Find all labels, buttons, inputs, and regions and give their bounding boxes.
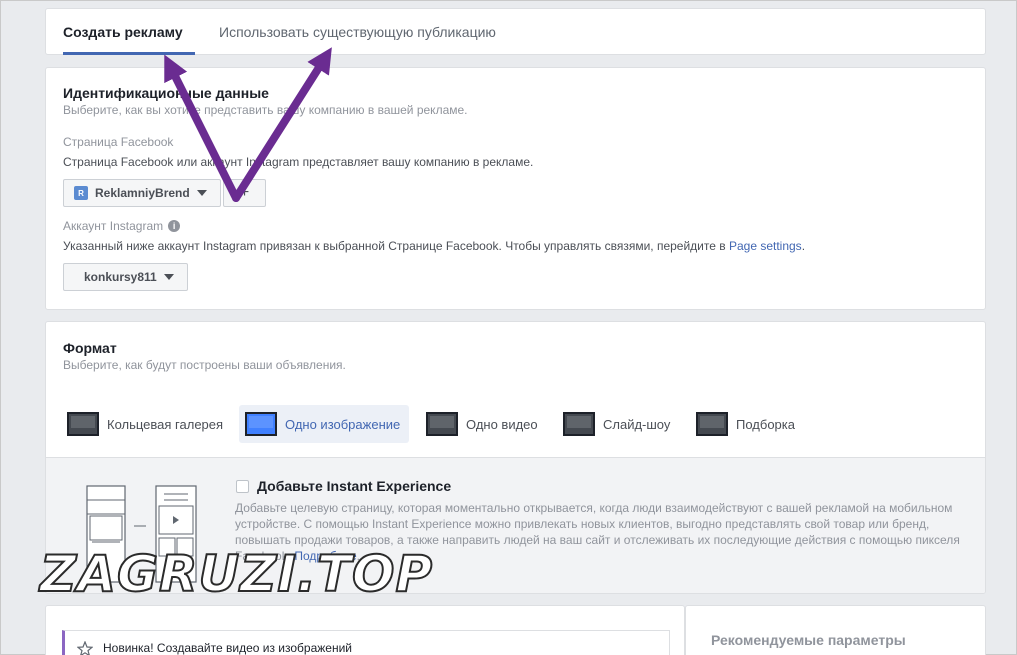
collection-icon [696,412,728,436]
format-title: Формат [63,340,117,356]
tab-use-existing-post-label: Использовать существующую публикацию [219,24,496,40]
info-icon[interactable]: i [168,220,181,232]
instant-experience-checkbox[interactable] [236,480,249,493]
instagram-description-text: Указанный ниже аккаунт Instagram привяза… [63,239,726,253]
facebook-page-label: Страница Facebook [63,135,173,149]
star-icon [77,641,93,655]
watermark-logo: ZAGRUZI.TOP [39,544,434,604]
instagram-description-suffix: . [801,239,806,253]
new-feature-banner: Новинка! Создавайте видео из изображений [62,630,670,655]
instant-experience-title: Добавьте Instant Experience [257,478,452,494]
format-option-label: Одно видео [466,416,538,432]
format-subtitle: Выберите, как будут построены ваши объяв… [63,358,346,372]
page-avatar: R [74,186,88,200]
plus-icon: + [239,184,250,201]
format-option-carousel[interactable]: Кольцевая галерея [61,405,229,443]
identity-subtitle: Выберите, как вы хотите представить вашу… [63,103,468,117]
format-option-label: Одно изображение [285,416,401,432]
format-option-slideshow[interactable]: Слайд-шоу [557,405,676,443]
recommendations-card: Рекомендуемые параметры [685,605,986,655]
creative-card: Новинка! Создавайте видео из изображений [45,605,685,655]
tab-create-ad[interactable]: Создать рекламу [63,9,195,55]
new-feature-text: Новинка! Создавайте видео из изображений [103,641,353,655]
recommended-params-title: Рекомендуемые параметры [711,632,906,648]
single-video-icon [426,412,458,436]
identity-title: Идентификационные данные [63,85,269,101]
page-settings-link[interactable]: Page settings [729,239,802,253]
chevron-down-icon [196,190,207,196]
single-image-icon [245,412,277,436]
facebook-page-dropdown[interactable]: R ReklamniyBrend [63,179,221,207]
instagram-account-selected: konkursy811 [84,270,157,284]
slideshow-icon [563,412,595,436]
tabs-card: Создать рекламу Использовать существующу… [45,8,986,55]
instagram-description: Указанный ниже аккаунт Instagram привяза… [63,239,805,253]
instagram-account-label: Аккаунт Instagram i [63,219,181,233]
instagram-account-dropdown[interactable]: konkursy811 [63,263,188,291]
facebook-page-selected: ReklamniyBrend [95,186,190,200]
format-option-single-image[interactable]: Одно изображение [239,405,409,443]
facebook-page-description: Страница Facebook или аккаунт Instagram … [63,155,534,169]
format-option-single-video[interactable]: Одно видео [420,405,544,443]
facebook-page-label-text: Страница Facebook [63,135,174,149]
format-option-collection[interactable]: Подборка [690,405,801,443]
format-option-label: Слайд-шоу [603,416,671,432]
instagram-account-label-text: Аккаунт Instagram [63,219,164,233]
tab-create-ad-label: Создать рекламу [63,24,183,40]
tab-use-existing-post[interactable]: Использовать существующую публикацию [219,9,496,55]
format-option-label: Кольцевая галерея [107,416,224,432]
chevron-down-icon [163,274,174,280]
identity-card: Идентификационные данные Выберите, как в… [45,67,986,310]
carousel-icon [67,412,99,436]
format-option-label: Подборка [736,416,795,432]
add-page-button[interactable]: + [223,179,266,207]
